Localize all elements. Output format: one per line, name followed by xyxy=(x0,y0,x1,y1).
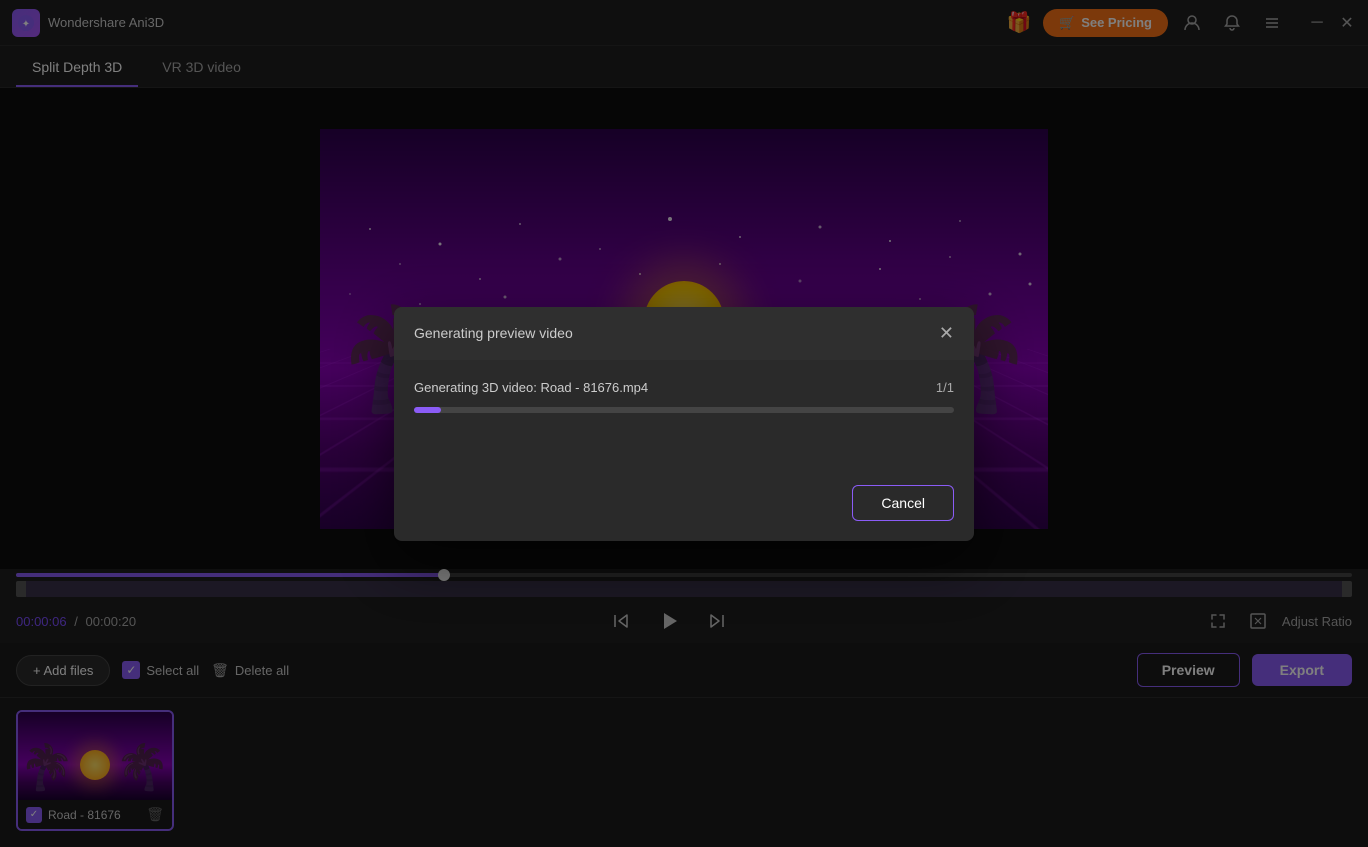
modal-header: Generating preview video ✕ xyxy=(394,307,974,360)
cancel-button[interactable]: Cancel xyxy=(852,485,954,521)
modal-overlay: Generating preview video ✕ Generating 3D… xyxy=(0,0,1368,847)
progress-label: Generating 3D video: Road - 81676.mp4 xyxy=(414,380,648,395)
progress-row: Generating 3D video: Road - 81676.mp4 1/… xyxy=(414,380,954,395)
modal-footer: Cancel xyxy=(394,473,974,541)
modal-body: Generating 3D video: Road - 81676.mp4 1/… xyxy=(394,360,974,413)
progress-bar xyxy=(414,407,954,413)
modal-close-button[interactable]: ✕ xyxy=(939,323,954,344)
progress-fill xyxy=(414,407,441,413)
progress-count: 1/1 xyxy=(936,380,954,395)
modal-title: Generating preview video xyxy=(414,325,573,341)
generating-modal: Generating preview video ✕ Generating 3D… xyxy=(394,307,974,541)
